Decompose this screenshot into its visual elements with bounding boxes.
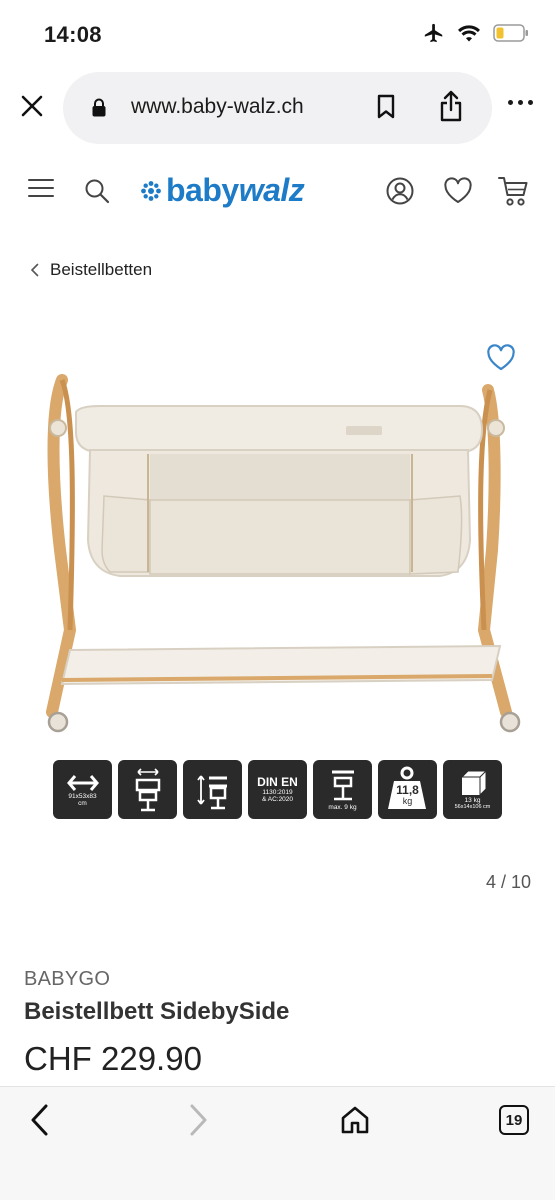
site-header: babywalz <box>0 160 555 220</box>
home-button[interactable] <box>340 1105 370 1140</box>
feature-side-adjust <box>118 760 177 819</box>
more-button[interactable] <box>508 100 533 105</box>
share-icon <box>440 90 462 122</box>
side-adjust-icon <box>135 767 160 811</box>
width-arrow-icon <box>66 774 99 791</box>
gallery-pager: 4 / 10 <box>485 872 531 892</box>
breadcrumb-label: Beistellbetten <box>50 260 153 279</box>
search-button[interactable] <box>84 178 110 209</box>
babywalz-logo[interactable]: babywalz <box>140 172 305 209</box>
feature-height-adjust <box>183 760 242 819</box>
search-icon <box>85 179 110 204</box>
browser-toolbar: 19 <box>0 1086 555 1200</box>
home-icon <box>341 1106 369 1134</box>
product-price: CHF 229.90 <box>24 1040 202 1077</box>
din-line1: 1130:2019 <box>262 789 293 796</box>
weight-value: 11,8 <box>396 782 419 797</box>
package-weight: 13 kg <box>464 796 481 804</box>
status-icons <box>423 22 529 44</box>
feature-din: DIN EN 1130:2019 & AC:2020 <box>248 760 307 819</box>
feature-dimensions: 91x53x83 cm <box>53 760 112 819</box>
feature-icons: 91x53x83 cm DIN EN 1130:2019 & AC:2020 m… <box>53 760 502 819</box>
close-button[interactable] <box>16 90 48 122</box>
cart-button[interactable] <box>498 175 528 212</box>
bedside-crib-image <box>46 374 521 733</box>
max-load-icon <box>331 770 354 801</box>
share-button[interactable] <box>439 90 463 127</box>
din-title: DIN EN <box>257 775 298 789</box>
status-time: 14:08 <box>44 22 102 47</box>
load-label: max. 9 kg <box>328 804 357 811</box>
tabs-count: 19 <box>505 1111 523 1129</box>
tabs-button[interactable]: 19 <box>499 1105 529 1135</box>
logo-flower-icon <box>141 180 161 201</box>
lock-icon <box>92 98 106 117</box>
product-brand[interactable]: BABYGO <box>24 968 110 991</box>
package-dims: 56x14x106 cm <box>454 803 491 810</box>
close-icon <box>21 95 43 117</box>
more-dot-icon <box>518 100 523 105</box>
chevron-left-icon <box>31 1104 48 1136</box>
size-line2: cm <box>78 799 87 807</box>
airplane-icon <box>424 23 443 43</box>
address-bar[interactable]: www.baby-walz.ch <box>63 72 492 144</box>
box-icon <box>460 769 487 796</box>
status-bar: 14:08 <box>0 0 555 70</box>
bookmark-button[interactable] <box>376 94 396 125</box>
user-icon <box>386 177 414 205</box>
chevron-left-icon <box>30 263 39 277</box>
more-dot-icon <box>508 100 513 105</box>
url-text: www.baby-walz.ch <box>131 95 304 118</box>
hamburger-icon <box>28 179 54 197</box>
feature-max-load: max. 9 kg <box>313 760 372 819</box>
account-button[interactable] <box>386 177 414 210</box>
size-line1: 91x53x83 <box>68 792 97 800</box>
more-dot-icon <box>528 100 533 105</box>
wifi-icon <box>458 25 480 42</box>
logo-wordmark: babywalz <box>166 172 305 208</box>
bookmark-icon <box>377 94 395 119</box>
wishlist-button[interactable] <box>443 177 473 210</box>
product-title: Beistellbett SidebySide <box>24 998 290 1025</box>
back-button[interactable] <box>28 1103 52 1142</box>
heart-icon <box>444 177 472 203</box>
chevron-right-icon <box>190 1104 207 1136</box>
feature-weight: 11,8 kg <box>378 760 437 819</box>
breadcrumb[interactable]: Beistellbetten <box>30 260 152 280</box>
battery-icon <box>493 24 528 42</box>
forward-button[interactable] <box>186 1103 210 1142</box>
menu-button[interactable] <box>28 178 54 203</box>
weight-unit: kg <box>402 795 413 806</box>
din-line2: & AC:2020 <box>261 796 294 803</box>
height-adjust-icon <box>196 774 227 809</box>
cart-icon <box>498 177 528 206</box>
browser-bar: www.baby-walz.ch <box>0 70 555 146</box>
feature-package: 13 kg 56x14x106 cm <box>443 760 502 819</box>
product-gallery[interactable] <box>0 330 555 750</box>
